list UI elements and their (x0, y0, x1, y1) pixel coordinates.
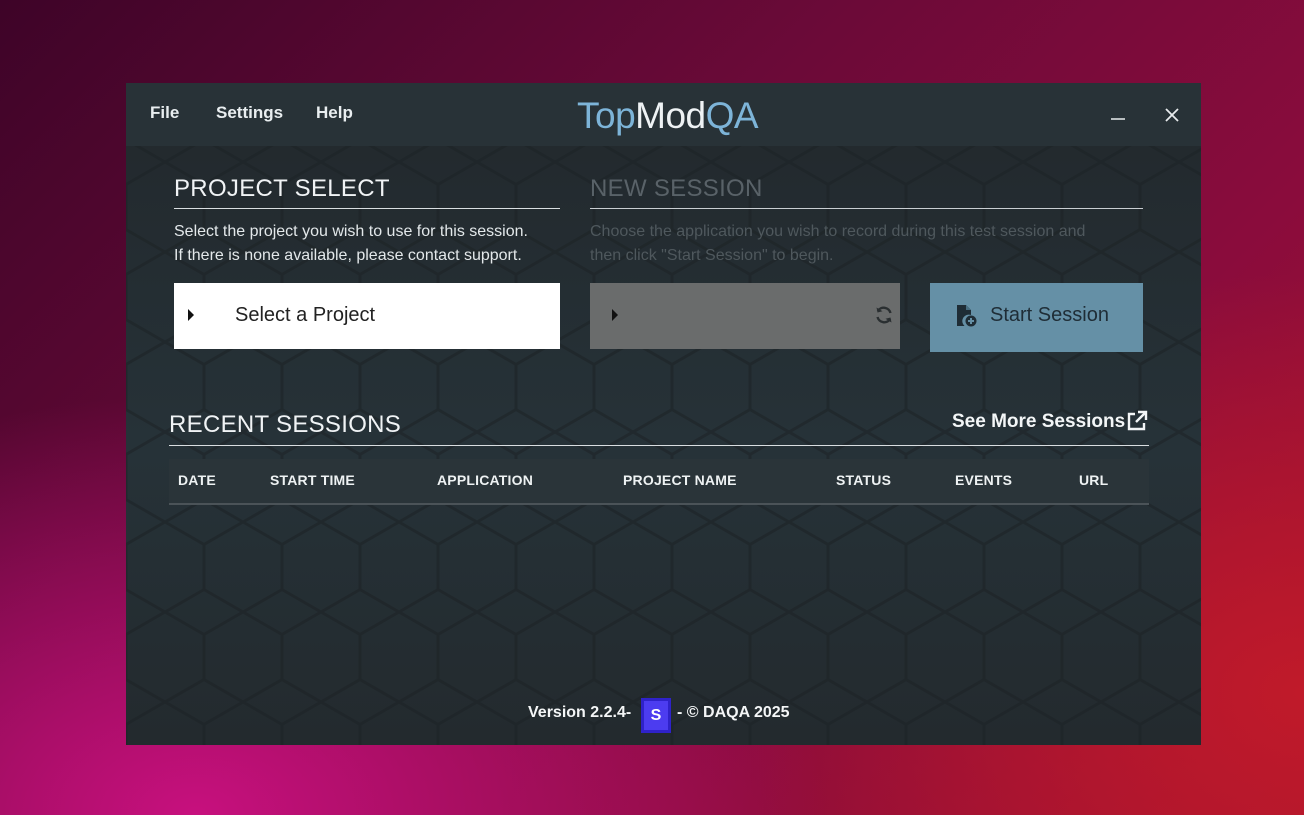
recent-sessions-title: RECENT SESSIONS (169, 411, 402, 438)
project-select-title: PROJECT SELECT (174, 175, 390, 202)
external-link-icon[interactable] (1126, 410, 1148, 432)
refresh-icon[interactable] (874, 305, 894, 325)
column-start-time[interactable]: START TIME (270, 472, 355, 488)
version-badge: S (641, 698, 671, 733)
menu-settings[interactable]: Settings (216, 103, 283, 123)
file-add-icon (957, 305, 977, 327)
sessions-table-header: DATE START TIME APPLICATION PROJECT NAME… (169, 459, 1149, 505)
see-more-sessions-link[interactable]: See More Sessions (952, 411, 1125, 433)
application-dropdown[interactable] (590, 283, 900, 349)
new-session-description: Choose the application you wish to recor… (590, 220, 1085, 268)
project-select-divider (174, 208, 560, 209)
logo-part-mod: Mod (635, 95, 706, 136)
minimize-button[interactable] (1104, 101, 1132, 129)
column-application[interactable]: APPLICATION (437, 472, 533, 488)
caret-right-icon (188, 309, 194, 321)
version-text: Version 2.2.4- (528, 704, 632, 721)
menu-help[interactable]: Help (316, 103, 353, 123)
app-logo: TopModQA (577, 95, 759, 137)
new-session-description-line1: Choose the application you wish to recor… (590, 223, 1086, 240)
column-status[interactable]: STATUS (836, 472, 891, 488)
project-select-description-line1: Select the project you wish to use for t… (174, 223, 528, 240)
project-select-description: Select the project you wish to use for t… (174, 220, 528, 268)
footer: Version 2.2.4- S - © DAQA 2025 (126, 698, 1201, 734)
close-icon (1165, 108, 1179, 122)
start-session-label: Start Session (990, 304, 1109, 326)
recent-sessions-divider (169, 445, 1149, 446)
close-button[interactable] (1158, 101, 1186, 129)
minimize-icon (1111, 118, 1125, 120)
column-project-name[interactable]: PROJECT NAME (623, 472, 737, 488)
menu-file[interactable]: File (150, 103, 179, 123)
title-bar: File Settings Help TopModQA (126, 83, 1201, 146)
start-session-button[interactable]: Start Session (930, 283, 1143, 352)
project-dropdown[interactable]: Select a Project (174, 283, 560, 349)
column-date[interactable]: DATE (178, 472, 216, 488)
new-session-description-line2: then click "Start Session" to begin. (590, 247, 834, 264)
caret-right-icon (612, 309, 618, 321)
app-window: File Settings Help TopModQA PROJECT SELE… (126, 83, 1201, 745)
project-dropdown-label: Select a Project (235, 304, 376, 326)
new-session-divider (590, 208, 1143, 209)
new-session-title: NEW SESSION (590, 175, 763, 202)
column-events[interactable]: EVENTS (955, 472, 1012, 488)
project-select-description-line2: If there is none available, please conta… (174, 247, 522, 264)
logo-part-top: Top (577, 95, 636, 136)
logo-part-qa: QA (705, 95, 759, 136)
copyright-text: - © DAQA 2025 (677, 704, 790, 721)
column-url[interactable]: URL (1079, 472, 1108, 488)
